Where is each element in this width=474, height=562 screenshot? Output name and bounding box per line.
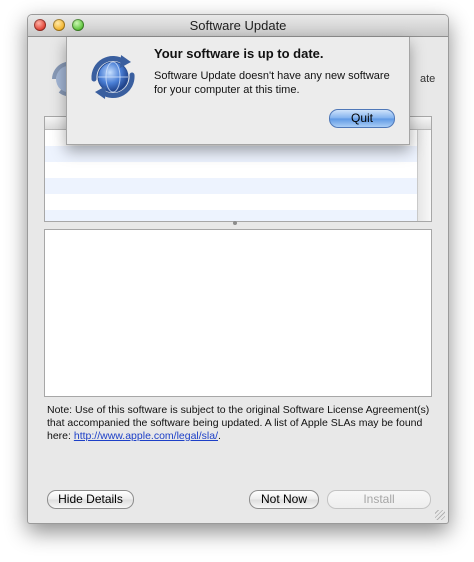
alert-title: Your software is up to date. xyxy=(154,46,324,61)
split-view-handle[interactable] xyxy=(233,221,237,225)
install-button: Install xyxy=(327,490,431,509)
window-title: Software Update xyxy=(189,18,287,33)
license-note: Note: Use of this software is subject to… xyxy=(47,404,432,443)
list-row[interactable] xyxy=(45,162,431,178)
hide-details-button[interactable]: Hide Details xyxy=(47,490,134,509)
list-row[interactable] xyxy=(45,210,431,221)
license-note-period: . xyxy=(218,430,221,442)
updates-list-scrollbar[interactable] xyxy=(417,130,431,221)
not-now-button[interactable]: Not Now xyxy=(249,490,319,509)
resize-grip[interactable] xyxy=(435,510,445,520)
alert-message: Software Update doesn't have any new sof… xyxy=(154,70,390,96)
list-row[interactable] xyxy=(45,146,431,162)
background-label-fragment: ate xyxy=(420,73,436,85)
quit-button[interactable]: Quit xyxy=(329,109,395,128)
software-update-icon xyxy=(91,55,135,99)
update-details-pane[interactable] xyxy=(44,229,432,397)
title-bar[interactable]: Software Update xyxy=(28,15,448,37)
list-row[interactable] xyxy=(45,178,431,194)
list-row[interactable] xyxy=(45,194,431,210)
software-update-window: Software Update ate Note: Use of this so… xyxy=(27,14,449,524)
alert-sheet: Your software is up to date. Software Up… xyxy=(66,37,410,145)
apple-sla-link[interactable]: http://www.apple.com/legal/sla/ xyxy=(74,430,218,442)
